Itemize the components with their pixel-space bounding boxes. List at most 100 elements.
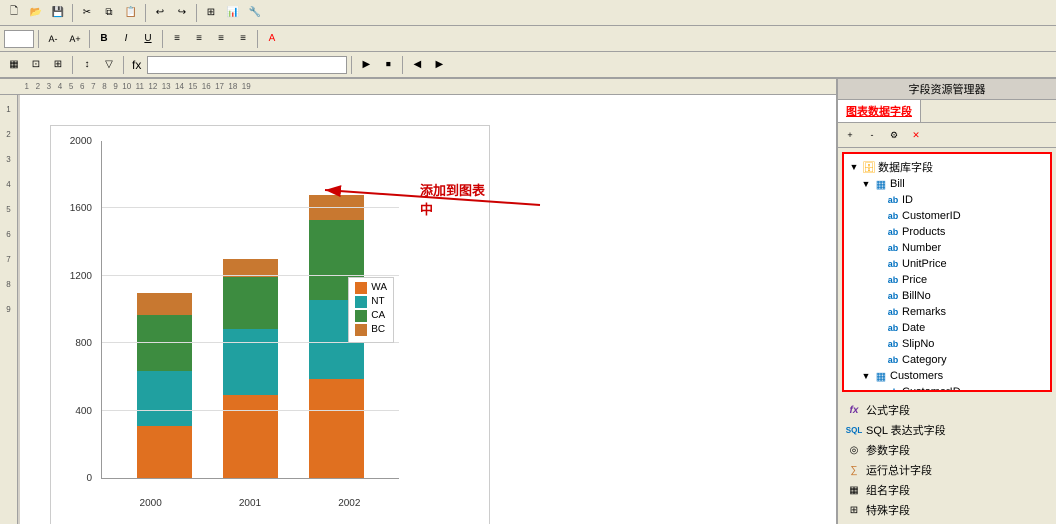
panel-settings-button[interactable]: ⚙ bbox=[884, 125, 904, 145]
insert-table-button[interactable]: ⊞ bbox=[201, 3, 221, 23]
tree-field-products[interactable]: ab Products bbox=[848, 224, 1046, 240]
chart-legend: WA NT CA BC bbox=[348, 277, 394, 343]
sort-button[interactable]: ↕ bbox=[77, 55, 97, 75]
preview-button[interactable]: ▶ bbox=[356, 55, 376, 75]
stop-button[interactable]: ⏹ bbox=[378, 55, 398, 75]
sep11 bbox=[402, 56, 403, 74]
tree-root-db-fields[interactable]: ▼ 🗄 数据库字段 bbox=[848, 158, 1046, 176]
tree-field-billno[interactable]: ab BillNo bbox=[848, 288, 1046, 304]
panel-header: 字段资源管理器 bbox=[838, 79, 1056, 100]
bar-seg-ca-2001 bbox=[223, 277, 278, 330]
legend-color-bc bbox=[355, 324, 367, 336]
panel-close-button[interactable]: ✕ bbox=[906, 125, 926, 145]
db-icon: 🗄 bbox=[862, 160, 876, 174]
italic-button[interactable]: I bbox=[116, 29, 136, 49]
align-left-button[interactable]: ≡ bbox=[167, 29, 187, 49]
save-button[interactable]: 💾 bbox=[48, 3, 68, 23]
tree-field-unitprice[interactable]: ab UnitPrice bbox=[848, 256, 1046, 272]
copy-button[interactable]: ⧉ bbox=[99, 3, 119, 23]
cut-button[interactable]: ✂ bbox=[77, 3, 97, 23]
filter-button[interactable]: ▽ bbox=[99, 55, 119, 75]
bottom-item-param[interactable]: ◎ 参数字段 bbox=[842, 440, 1052, 460]
justify-button[interactable]: ≡ bbox=[233, 29, 253, 49]
bottom-item-group-name[interactable]: ▦ 组名字段 bbox=[842, 480, 1052, 500]
legend-color-wa bbox=[355, 282, 367, 294]
sep5 bbox=[89, 30, 90, 48]
insert-chart-button[interactable]: 📊 bbox=[223, 3, 243, 23]
bar-seg-wa-2001 bbox=[223, 395, 278, 478]
x-label-2000: 2000 bbox=[140, 498, 162, 509]
redo-button[interactable]: ↪ bbox=[172, 3, 192, 23]
bar-seg-nt-2001 bbox=[223, 329, 278, 395]
table-ops-button[interactable]: ⊡ bbox=[26, 55, 46, 75]
sep1 bbox=[72, 4, 73, 22]
align-right-button[interactable]: ≡ bbox=[211, 29, 231, 49]
font-color-button[interactable]: A bbox=[262, 29, 282, 49]
bottom-item-sql[interactable]: SQL SQL 表达式字段 bbox=[842, 420, 1052, 440]
undo-button[interactable]: ↩ bbox=[150, 3, 170, 23]
tree-table-customers-label: Customers bbox=[890, 370, 943, 382]
tree-field-price-label: Price bbox=[902, 274, 927, 286]
group-button[interactable]: ⊞ bbox=[48, 55, 68, 75]
stacked-bar-2001 bbox=[223, 259, 278, 478]
canvas-area: 1 2 3 4 5 6 7 8 9 10 11 12 13 14 15 16 1… bbox=[0, 79, 836, 524]
y-label-1200: 1200 bbox=[70, 271, 92, 282]
border-button[interactable]: ▦ bbox=[4, 55, 24, 75]
font-name-input[interactable] bbox=[4, 30, 34, 48]
legend-bc: BC bbox=[355, 324, 387, 336]
tree-field-category[interactable]: ab Category bbox=[848, 352, 1046, 368]
tree-field-cust-customerid-label: CustomerID bbox=[902, 386, 961, 392]
sep6 bbox=[162, 30, 163, 48]
chart-inner: 2000 1600 1200 800 400 0 bbox=[61, 136, 479, 514]
bottom-item-special[interactable]: ⊞ 特殊字段 bbox=[842, 500, 1052, 520]
align-center-button[interactable]: ≡ bbox=[189, 29, 209, 49]
tree-table-bill[interactable]: ▼ ▦ Bill bbox=[848, 176, 1046, 192]
bold-button[interactable]: B bbox=[94, 29, 114, 49]
new-button[interactable]: 🗋 bbox=[4, 3, 24, 23]
tab-chart-data-fields[interactable]: 图表数据字段 bbox=[838, 100, 921, 122]
panel-remove-button[interactable]: - bbox=[862, 125, 882, 145]
bottom-item-formula[interactable]: fx 公式字段 bbox=[842, 400, 1052, 420]
ruler-left: 123 456 789 bbox=[0, 95, 18, 524]
bottom-label-special: 特殊字段 bbox=[866, 502, 910, 518]
field-icon-category: ab bbox=[886, 353, 900, 367]
open-button[interactable]: 📂 bbox=[26, 3, 46, 23]
tree-field-id[interactable]: ab ID bbox=[848, 192, 1046, 208]
underline-button[interactable]: U bbox=[138, 29, 158, 49]
tree-field-products-label: Products bbox=[902, 226, 945, 238]
sep4 bbox=[38, 30, 39, 48]
bottom-item-running-total[interactable]: ∑ 运行总计字段 bbox=[842, 460, 1052, 480]
tree-field-number[interactable]: ab Number bbox=[848, 240, 1046, 256]
tree-field-remarks[interactable]: ab Remarks bbox=[848, 304, 1046, 320]
formula-input[interactable] bbox=[147, 56, 347, 74]
x-axis-labels: 2000 2001 2002 bbox=[101, 498, 399, 509]
toolbar-row-3: ▦ ⊡ ⊞ ↕ ▽ fx ▶ ⏹ ◀ ▶ bbox=[0, 52, 1056, 78]
tree-field-category-label: Category bbox=[902, 354, 947, 366]
tree-field-date[interactable]: ab Date bbox=[848, 320, 1046, 336]
right-panel: 字段资源管理器 图表数据字段 + - ⚙ ✕ ▼ 🗄 数据库字段 ▼ ▦ Bil… bbox=[836, 79, 1056, 524]
field-icon-billno: ab bbox=[886, 289, 900, 303]
tree-field-slipno[interactable]: ab SlipNo bbox=[848, 336, 1046, 352]
nav-next-button[interactable]: ▶ bbox=[429, 55, 449, 75]
tree-root-label: 数据库字段 bbox=[878, 159, 933, 175]
tree-field-cust-customerid[interactable]: ab CustomerID bbox=[848, 384, 1046, 392]
main-area: 1 2 3 4 5 6 7 8 9 10 11 12 13 14 15 16 1… bbox=[0, 79, 1056, 524]
tree-table-customers[interactable]: ▼ ▦ Customers bbox=[848, 368, 1046, 384]
nav-prev-button[interactable]: ◀ bbox=[407, 55, 427, 75]
tree-expand-bill: ▼ bbox=[860, 178, 872, 190]
panel-add-button[interactable]: + bbox=[840, 125, 860, 145]
y-label-400: 400 bbox=[75, 406, 92, 417]
y-label-1600: 1600 bbox=[70, 203, 92, 214]
font-size-increase-button[interactable]: A+ bbox=[65, 29, 85, 49]
x-label-2002: 2002 bbox=[338, 498, 360, 509]
tools-button[interactable]: 🔧 bbox=[245, 3, 265, 23]
bottom-label-group-name: 组名字段 bbox=[866, 482, 910, 498]
document-area: 2000 1600 1200 800 400 0 bbox=[20, 95, 836, 524]
chart-plot: WA NT CA BC bbox=[101, 141, 399, 479]
tree-field-price[interactable]: ab Price bbox=[848, 272, 1046, 288]
paste-button[interactable]: 📋 bbox=[121, 3, 141, 23]
tree-field-customerid[interactable]: ab CustomerID bbox=[848, 208, 1046, 224]
bar-group-2000 bbox=[137, 141, 192, 478]
bottom-label-param: 参数字段 bbox=[866, 442, 910, 458]
font-size-decrease-button[interactable]: A- bbox=[43, 29, 63, 49]
